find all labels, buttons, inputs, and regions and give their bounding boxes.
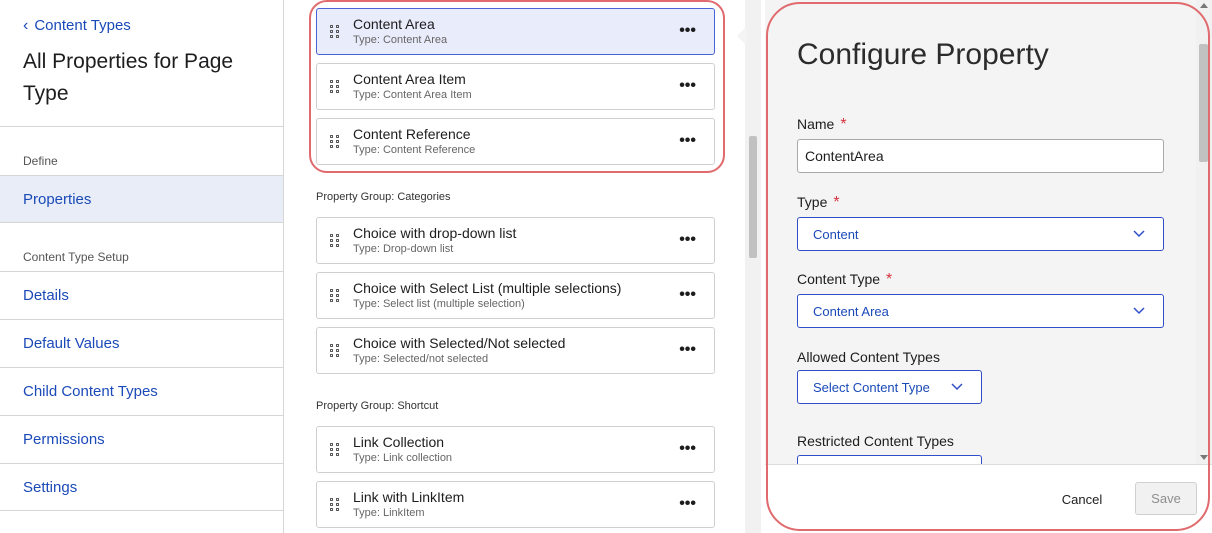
property-card-content-reference[interactable]: Content Reference Type: Content Referenc… [316,118,715,165]
drag-handle-icon[interactable] [330,135,340,149]
required-marker: * [886,271,893,288]
drag-handle-icon[interactable] [330,498,340,512]
drag-handle-icon[interactable] [330,443,340,457]
type-select[interactable]: Content [797,217,1164,251]
more-options-icon[interactable]: ••• [679,231,696,249]
property-type: Type: Drop-down list [353,243,454,255]
chevron-down-icon [1133,307,1145,315]
property-title: Content Area [353,16,435,32]
scrollbar-thumb[interactable] [1199,44,1208,162]
drag-handle-icon[interactable] [330,25,340,39]
drag-handle-icon[interactable] [330,80,340,94]
content-type-label-text: Content Type [797,271,881,287]
type-select-value: Content [813,226,859,242]
more-options-icon[interactable]: ••• [679,132,696,150]
panel-title: Configure Property [797,38,1049,71]
allowed-content-types-select[interactable]: Select Content Type [797,370,982,404]
content-type-select-value: Content Area [813,303,889,319]
property-type: Type: Selected/not selected [353,353,489,365]
section-label-define: Define [23,154,58,168]
property-title: Content Area Item [353,71,466,87]
property-card-content-area-item[interactable]: Content Area Item Type: Content Area Ite… [316,63,715,110]
sidebar-item-details[interactable]: Details [0,271,283,319]
sidebar-item-permissions[interactable]: Permissions [0,415,283,463]
list-scrollbar[interactable] [745,0,761,533]
section-label-content-type-setup: Content Type Setup [23,250,129,264]
drag-handle-icon[interactable] [330,344,340,358]
sidebar-item-default-values[interactable]: Default Values [0,319,283,367]
panel-scrollbar[interactable] [1196,0,1212,464]
type-label: Type * [797,194,840,212]
property-list: Content Area Type: Content Area ••• Cont… [284,0,762,533]
property-type: Type: Content Area Item [353,89,472,101]
required-marker: * [833,194,840,211]
sidebar-item-properties[interactable]: Properties [0,175,283,223]
property-card-link-with-linkitem[interactable]: Link with LinkItem Type: LinkItem ••• [316,481,715,528]
type-label-text: Type [797,194,828,210]
more-options-icon[interactable]: ••• [679,22,696,40]
sidebar-item-settings[interactable]: Settings [0,463,283,511]
required-marker: * [840,116,847,133]
back-to-content-types-link[interactable]: ‹ Content Types [23,17,131,34]
allowed-content-types-label: Allowed Content Types [797,349,940,365]
content-type-label: Content Type * [797,271,892,289]
sidebar: ‹ Content Types All Properties for Page … [0,0,284,533]
property-type: Type: LinkItem [353,507,425,519]
property-card-content-area[interactable]: Content Area Type: Content Area ••• [316,8,715,55]
property-card-choice-dropdown[interactable]: Choice with drop-down list Type: Drop-do… [316,217,715,264]
property-card-link-collection[interactable]: Link Collection Type: Link collection ••… [316,426,715,473]
chevron-left-icon: ‹ [23,16,29,34]
content-type-select[interactable]: Content Area [797,294,1164,328]
property-card-choice-select-list[interactable]: Choice with Select List (multiple select… [316,272,715,319]
allowed-select-value: Select Content Type [813,379,930,395]
more-options-icon[interactable]: ••• [679,495,696,513]
name-label: Name * [797,116,847,134]
property-card-choice-selected[interactable]: Choice with Selected/Not selected Type: … [316,327,715,374]
app-root: ‹ Content Types All Properties for Page … [0,0,1212,533]
drag-handle-icon[interactable] [330,289,340,303]
divider [0,126,283,127]
property-title: Link Collection [353,434,445,450]
page-title: All Properties for Page Type [23,50,234,105]
name-input[interactable]: ContentArea [797,139,1164,173]
chevron-down-icon [1133,230,1145,238]
scroll-down-icon[interactable] [1200,455,1208,460]
more-options-icon[interactable]: ••• [679,341,696,359]
restricted-content-types-label: Restricted Content Types [797,433,954,449]
more-options-icon[interactable]: ••• [679,77,696,95]
configure-property-panel [765,0,1212,533]
sidebar-item-child-content-types[interactable]: Child Content Types [0,367,283,415]
property-title: Link with LinkItem [353,489,465,505]
back-link-label: Content Types [34,17,131,34]
property-title: Choice with Selected/Not selected [353,335,566,351]
name-label-text: Name [797,116,835,132]
property-type: Type: Select list (multiple selection) [353,298,525,310]
chevron-down-icon [951,383,963,391]
property-title: Choice with drop-down list [353,225,517,241]
group-label-categories: Property Group: Categories [316,191,451,203]
save-button[interactable]: Save [1135,482,1197,515]
group-label-shortcut: Property Group: Shortcut [316,400,439,412]
scrollbar-thumb[interactable] [749,136,757,258]
more-options-icon[interactable]: ••• [679,286,696,304]
property-type: Type: Link collection [353,452,453,464]
panel-pointer [737,26,747,46]
drag-handle-icon[interactable] [330,234,340,248]
cancel-button[interactable]: Cancel [1052,484,1112,514]
property-type: Type: Content Reference [353,144,476,156]
property-title: Content Reference [353,126,471,142]
property-type: Type: Content Area [353,34,448,46]
scroll-up-icon[interactable] [1200,3,1208,8]
more-options-icon[interactable]: ••• [679,440,696,458]
property-title: Choice with Select List (multiple select… [353,280,622,296]
